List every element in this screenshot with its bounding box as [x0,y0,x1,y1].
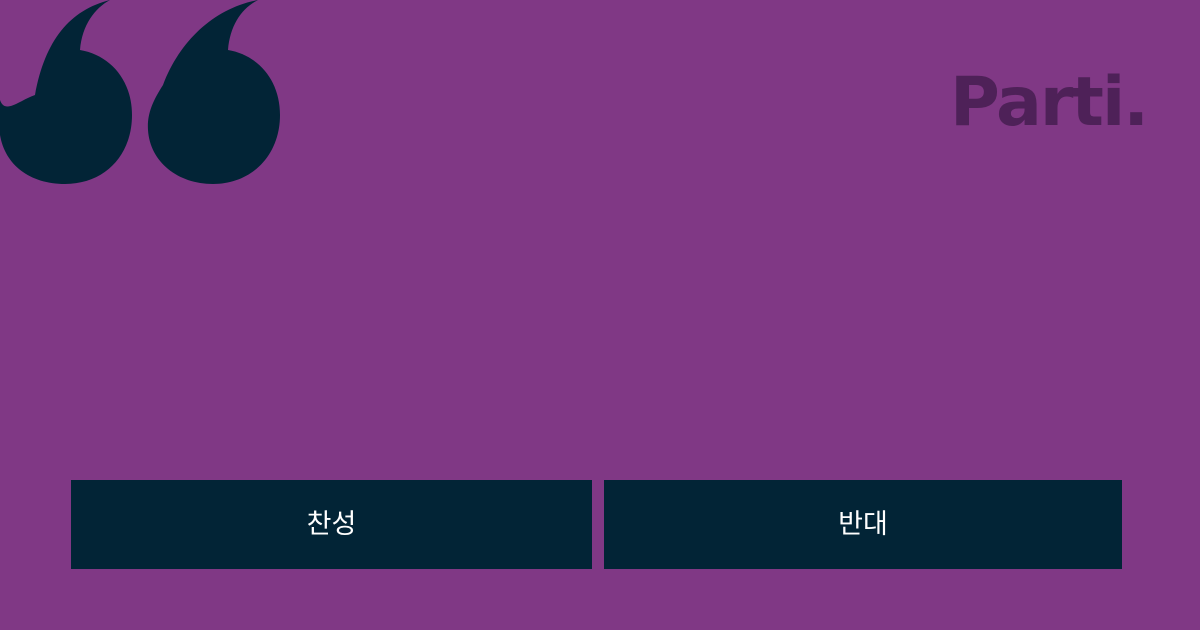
disagree-button[interactable]: 반대 [604,480,1122,569]
disagree-label: 반대 [838,509,888,540]
parti-logo: Parti. [950,62,1150,144]
agree-label: 찬성 [306,509,357,540]
logo-text: Parti. [950,63,1149,142]
agree-button[interactable]: 찬성 [71,480,592,569]
open-quote-icon [0,0,280,184]
